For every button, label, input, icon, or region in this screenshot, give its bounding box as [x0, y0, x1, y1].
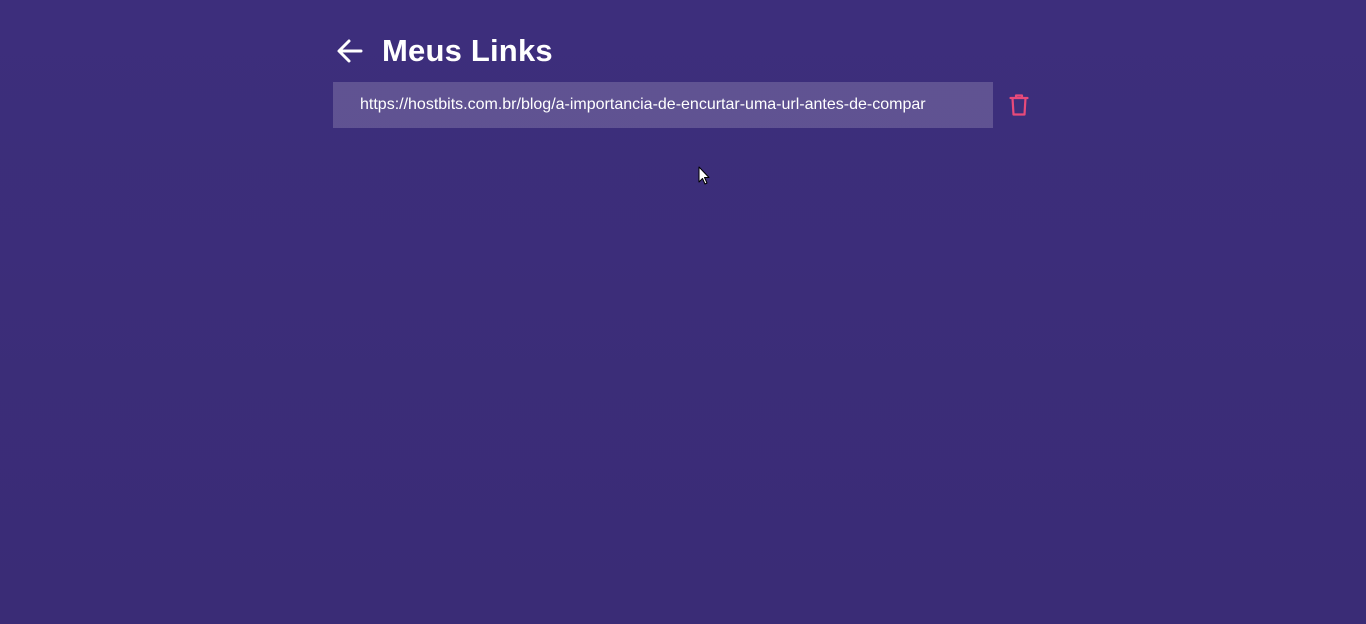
arrow-left-icon: [337, 39, 363, 63]
link-item: https://hostbits.com.br/blog/a-importanc…: [333, 82, 1043, 128]
header: Meus Links: [333, 30, 553, 72]
mouse-cursor-icon: [698, 166, 710, 185]
page-title: Meus Links: [382, 33, 553, 68]
trash-icon: [1009, 94, 1029, 116]
back-button[interactable]: [332, 33, 368, 69]
links-list: https://hostbits.com.br/blog/a-importanc…: [333, 82, 1043, 128]
link-url[interactable]: https://hostbits.com.br/blog/a-importanc…: [333, 82, 993, 128]
page: Meus Links https://hostbits.com.br/blog/…: [0, 0, 1366, 624]
delete-button[interactable]: [1006, 92, 1032, 118]
